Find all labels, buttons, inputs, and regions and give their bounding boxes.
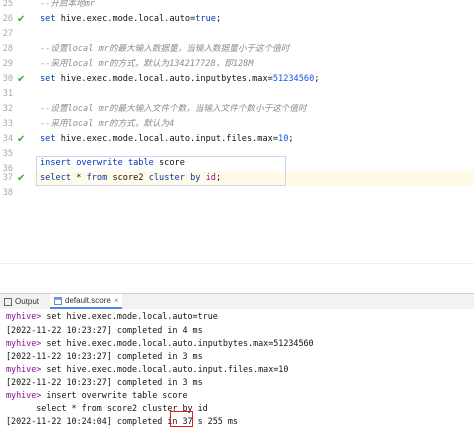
tab-output[interactable]: Output: [4, 294, 39, 309]
code-comment: --开启本地mr: [40, 0, 96, 9]
execution-success-check-icon: ✔: [17, 134, 26, 145]
code-line-set-files: set hive.exec.mode.local.auto.input.file…: [40, 134, 294, 144]
execution-success-check-icon: ✔: [17, 173, 26, 184]
line-number: 38: [2, 188, 13, 198]
line-gutter: 25 26 27 28 29 30 31 32 33 34 35 36 37 3…: [0, 0, 34, 263]
execution-success-check-icon: ✔: [17, 74, 26, 85]
console-line: [2022-11-22 10:23:27] completed in 3 ms: [6, 351, 203, 361]
line-number: 30: [2, 74, 13, 84]
tool-window-tabs: Output default.score ×: [0, 293, 474, 310]
console-line: myhive> insert overwrite table score: [6, 390, 188, 400]
line-number: 25: [2, 0, 13, 9]
sql-editor[interactable]: 25 26 27 28 29 30 31 32 33 34 35 36 37 3…: [0, 0, 474, 263]
line-number: 26: [2, 14, 13, 24]
line-number: 33: [2, 119, 13, 129]
close-icon[interactable]: ×: [114, 293, 119, 308]
code-comment: --采用local mr的方式，默认为4: [40, 119, 175, 129]
code-comment: --采用local mr的方式，默认为134217728，即128M: [40, 59, 254, 69]
execution-success-check-icon: ✔: [17, 14, 26, 25]
line-number: 27: [2, 29, 13, 39]
line-number: 32: [2, 104, 13, 114]
code-line-set-auto: set hive.exec.mode.local.auto=true;: [40, 14, 222, 24]
line-number: 37: [2, 173, 13, 183]
line-number: 35: [2, 149, 13, 159]
tab-output-label: Output: [15, 297, 40, 306]
line-number: 28: [2, 44, 13, 54]
editor-empty-area: [0, 263, 474, 294]
console-line: myhive> set hive.exec.mode.local.auto.in…: [6, 364, 289, 374]
line-number: 31: [2, 89, 13, 99]
tab-default-score-label: default.score: [65, 296, 111, 305]
code-line-insert: insert overwrite table score: [40, 158, 185, 168]
code-comment: --设置local mr的最大输入数据量，当输入数据量小于这个值时: [40, 44, 290, 54]
console-line: [2022-11-22 10:23:27] completed in 3 ms: [6, 377, 203, 387]
code-comment: --设置local mr的最大输入文件个数，当输入文件个数小于这个值时: [40, 104, 307, 114]
duration-highlight-box: [170, 411, 193, 427]
code-line-select: select * from score2 cluster by id;: [40, 173, 222, 183]
line-number: 34: [2, 134, 13, 144]
console-line: [2022-11-22 10:24:04] completed in 37 s …: [6, 416, 238, 426]
console-line: [2022-11-22 10:23:27] completed in 4 ms: [6, 325, 203, 335]
output-icon: [4, 297, 12, 306]
code-line-set-inputbytes: set hive.exec.mode.local.auto.inputbytes…: [40, 74, 320, 84]
console-line: myhive> set hive.exec.mode.local.auto.in…: [6, 338, 314, 348]
line-number: 29: [2, 59, 13, 69]
tab-default-score[interactable]: default.score ×: [50, 293, 123, 309]
table-icon: [54, 296, 62, 305]
console-line: myhive> set hive.exec.mode.local.auto=tr…: [6, 311, 218, 321]
